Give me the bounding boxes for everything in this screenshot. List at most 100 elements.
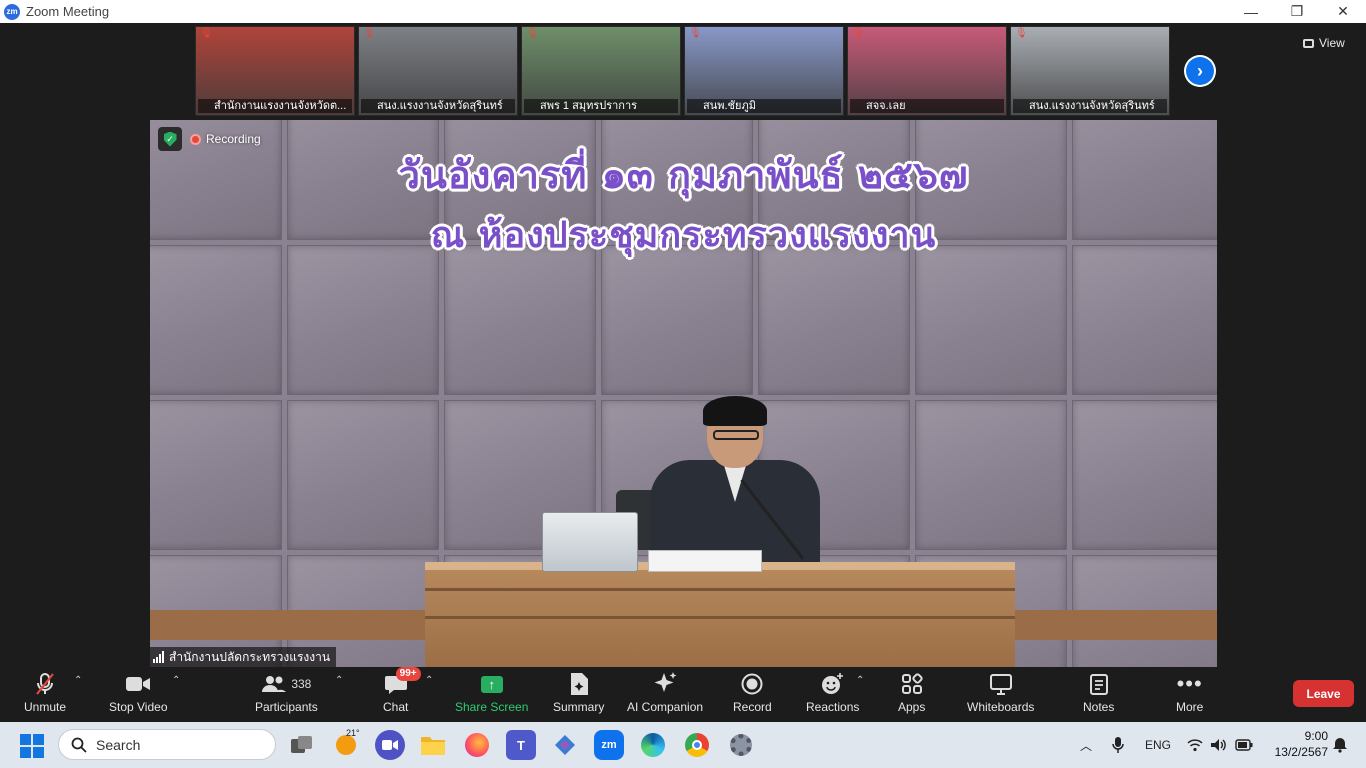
chat-bubble-icon: 99+ (384, 667, 421, 697)
whiteboards-button[interactable]: Whiteboards (967, 671, 1034, 719)
file-explorer-icon[interactable] (418, 730, 448, 760)
meet-app-icon[interactable] (375, 730, 405, 760)
participant-tile[interactable]: สนง.แรงงานจังหวัดสุรินทร์ 🎙 (1010, 26, 1170, 116)
close-button[interactable]: ✕ (1320, 0, 1366, 23)
windows-start-icon[interactable] (20, 734, 44, 758)
window-controls: — ❐ ✕ (1228, 0, 1366, 23)
reactions-options-caret-icon[interactable]: ⌃ (856, 675, 864, 686)
firefox-icon[interactable] (462, 730, 492, 760)
mic-muted-icon: 🎙 (200, 28, 213, 39)
chat-button[interactable]: 99+ Chat (383, 667, 421, 719)
record-button[interactable]: Record (733, 671, 772, 719)
notes-icon (1089, 671, 1109, 697)
record-label: Record (733, 700, 772, 714)
signal-strength-icon (153, 651, 164, 663)
participants-label: Participants (255, 700, 318, 714)
taskbar-search-box[interactable]: Search (58, 729, 276, 760)
apps-icon (901, 671, 923, 697)
wall-panel (1072, 245, 1217, 395)
settings-gear-icon[interactable] (726, 730, 756, 760)
stop-video-label: Stop Video (109, 700, 168, 714)
ai-companion-button[interactable]: AI Companion (627, 671, 703, 719)
wall-panel (915, 400, 1067, 550)
speaker-person (645, 396, 825, 575)
teams-icon[interactable]: T (506, 730, 536, 760)
view-button[interactable]: View (1303, 33, 1359, 53)
clock-time: 9:00 (1304, 729, 1328, 743)
participants-count: 338 (291, 677, 312, 691)
microphone-tray-icon[interactable] (1112, 722, 1124, 768)
reactions-label: Reactions (806, 700, 860, 714)
participants-button[interactable]: 338 Participants (255, 671, 318, 719)
notification-bell-icon[interactable] (1332, 722, 1348, 768)
participant-tile[interactable]: สนพ.ชัยภูมิ 🎙 (684, 26, 844, 116)
show-hidden-icons-chevron-icon[interactable]: ︿ (1080, 722, 1092, 768)
copilot-icon[interactable] (550, 730, 580, 760)
mic-muted-icon: 🎙 (852, 28, 865, 39)
wifi-icon[interactable] (1187, 722, 1203, 768)
participant-name: สนง.แรงงานจังหวัดสุรินทร์ (361, 99, 515, 113)
chat-label: Chat (383, 700, 409, 714)
zoom-app-icon[interactable]: zm (594, 730, 624, 760)
wall-panel (444, 245, 596, 395)
recording-indicator[interactable]: Recording (190, 130, 261, 148)
battery-icon[interactable] (1235, 722, 1253, 768)
participant-name: สำนักงานแรงงานจังหวัดต... (198, 99, 352, 113)
shield-check-icon: ✓ (163, 131, 177, 147)
leave-button[interactable]: Leave (1293, 680, 1354, 707)
maximize-button[interactable]: ❐ (1274, 0, 1320, 23)
wall-panel (601, 245, 753, 395)
participant-tile[interactable]: สนง.แรงงานจังหวัดสุรินทร์ 🎙 (358, 26, 518, 116)
video-options-caret-icon[interactable]: ⌃ (172, 675, 180, 686)
volume-icon[interactable] (1210, 722, 1228, 768)
task-view-icon[interactable] (287, 730, 317, 760)
podium-desk (425, 562, 1015, 667)
more-dots-icon: ••• (1176, 671, 1203, 696)
record-icon (741, 671, 763, 697)
participants-options-caret-icon[interactable]: ⌃ (335, 675, 343, 686)
input-language-indicator[interactable]: ENG (1145, 722, 1171, 768)
more-label: More (1176, 700, 1204, 714)
audio-options-caret-icon[interactable]: ⌃ (74, 675, 82, 686)
chevron-right-icon: › (1186, 57, 1214, 85)
reactions-button[interactable]: Reactions (806, 671, 859, 719)
filmstrip-next-button[interactable]: › (1184, 55, 1216, 87)
minimize-button[interactable]: — (1228, 0, 1274, 23)
more-button[interactable]: ••• More (1176, 671, 1203, 719)
participant-tile[interactable]: สจจ.เลย 🎙 (847, 26, 1007, 116)
share-screen-button[interactable]: ↑ Share Screen (455, 671, 528, 719)
windows-taskbar: Search 21° T zm ︿ ENG 9:00 13/2/2567 (0, 722, 1366, 768)
main-speaker-video[interactable]: วันอังคารที่ ๑๓ กุมภาพันธ์ ๒๕๖๗ ณ ห้องปร… (150, 120, 1217, 667)
ai-companion-label: AI Companion (627, 700, 704, 714)
participant-name: สจจ.เลย (850, 99, 1004, 113)
apps-button[interactable]: Apps (898, 671, 925, 719)
mic-muted-icon: 🎙 (689, 28, 702, 39)
taskbar-clock[interactable]: 9:00 13/2/2567 (1262, 728, 1328, 760)
banner-location-text: ณ ห้องประชุมกระทรวงแรงงาน (430, 215, 937, 256)
recording-dot-icon (190, 133, 201, 145)
summary-button[interactable]: Summary (553, 671, 604, 719)
weather-widget[interactable]: 21° (331, 728, 361, 760)
participant-filmstrip: สำนักงานแรงงานจังหวัดต... 🎙 สนง.แรงงานจังห… (195, 26, 1170, 116)
sparkle-icon (652, 671, 678, 697)
mic-muted-icon (34, 671, 56, 697)
desk-trim (425, 588, 1015, 591)
edge-icon[interactable] (638, 730, 668, 760)
video-camera-icon (125, 671, 151, 697)
speaker-glasses (713, 430, 759, 440)
participants-icon: 338 (261, 671, 311, 697)
wall-panel (915, 245, 1067, 395)
notes-button[interactable]: Notes (1083, 671, 1114, 719)
chrome-icon[interactable] (682, 730, 712, 760)
security-badge[interactable]: ✓ (158, 127, 182, 151)
unmute-button[interactable]: Unmute (24, 671, 66, 719)
laptop (542, 512, 638, 572)
zoom-meeting-window: zm Zoom Meeting — ❐ ✕ สำนักงานแรงงานจังห… (0, 0, 1366, 768)
chat-options-caret-icon[interactable]: ⌃ (425, 675, 433, 686)
wall-panel (1072, 400, 1217, 550)
weather-temperature: 21° (346, 728, 360, 738)
wall-panel (150, 400, 282, 550)
stop-video-button[interactable]: Stop Video (109, 671, 168, 719)
participant-tile[interactable]: สำนักงานแรงงานจังหวัดต... 🎙 (195, 26, 355, 116)
participant-tile[interactable]: สพร 1 สมุทรปราการ 🎙 (521, 26, 681, 116)
